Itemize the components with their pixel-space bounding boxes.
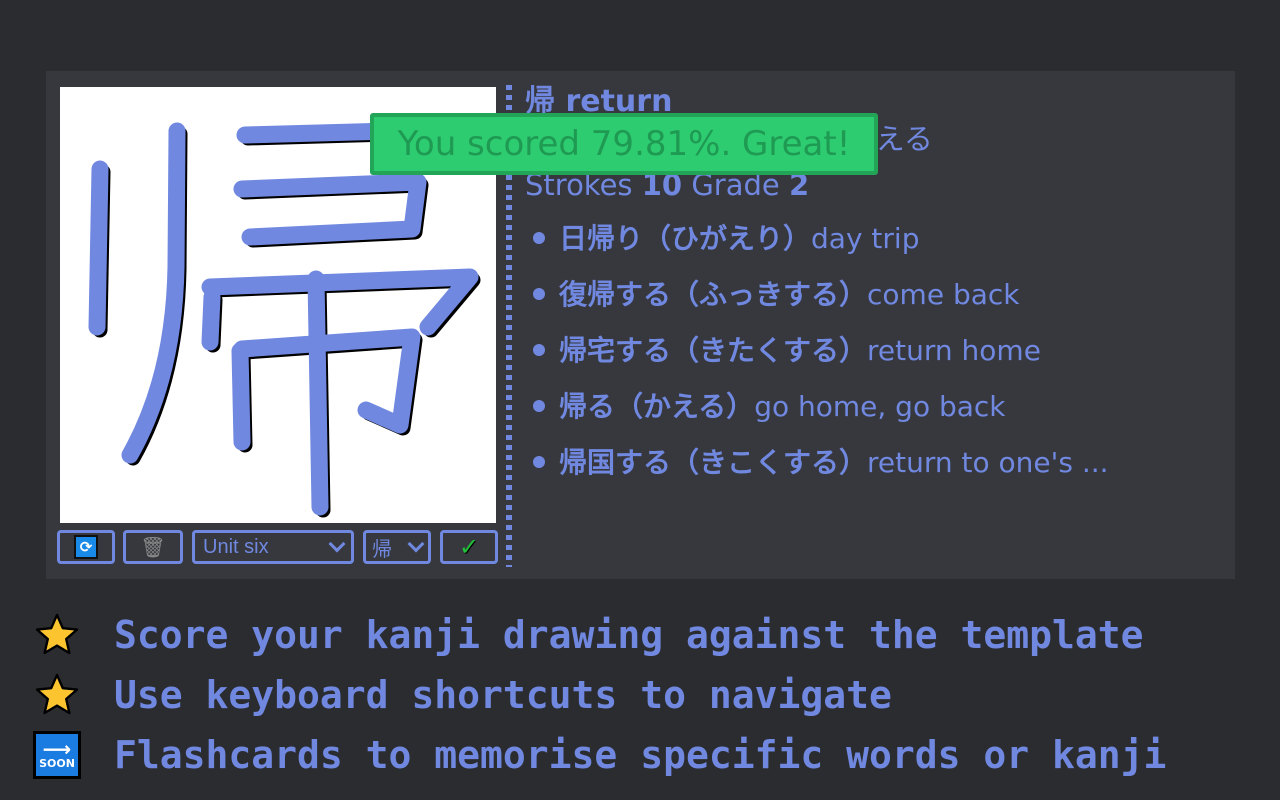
bullet-icon xyxy=(533,400,545,412)
check-icon: ✓ xyxy=(458,533,480,561)
example-reading: （ふっきする） xyxy=(671,278,868,311)
example-word-item: 日帰り（ひがえり）day trip xyxy=(525,211,1225,267)
example-word: 帰国する xyxy=(559,446,672,479)
example-word: 帰宅する xyxy=(559,334,672,367)
feature-text: Score your kanji drawing against the tem… xyxy=(114,613,1144,657)
example-word: 復帰する xyxy=(559,278,672,311)
unit-select[interactable]: Unit six xyxy=(192,530,354,564)
example-meaning: return to one's ... xyxy=(867,446,1109,479)
score-message: You scored 79.81%. Great! xyxy=(397,124,851,164)
feature-text: Flashcards to memorise specific words or… xyxy=(114,733,1167,777)
example-meaning: go home, go back xyxy=(754,390,1006,423)
trash-icon: 🗑 xyxy=(140,535,166,559)
feature-item: Use keyboard shortcuts to navigate xyxy=(30,665,1270,725)
clear-button[interactable]: 🗑 xyxy=(123,530,183,564)
example-word: 帰る xyxy=(559,390,616,423)
example-word-item: 帰国する（きこくする）return to one's ... xyxy=(525,435,1225,491)
chevron-down-icon xyxy=(328,535,346,553)
unit-select-value: Unit six xyxy=(203,535,269,558)
example-reading: （ひがえり） xyxy=(643,222,812,255)
kanji-select-value: 帰 xyxy=(372,536,392,561)
star-icon xyxy=(30,610,84,660)
soon-label: SOON xyxy=(39,757,75,770)
example-meaning: return home xyxy=(867,334,1041,367)
example-word-item: 復帰する（ふっきする）come back xyxy=(525,267,1225,323)
example-reading: （きこくする） xyxy=(671,446,868,479)
star-icon xyxy=(30,670,84,720)
feature-list: Score your kanji drawing against the tem… xyxy=(30,605,1270,785)
score-toast: You scored 79.81%. Great! xyxy=(370,113,878,175)
chevron-down-icon xyxy=(407,535,425,553)
example-reading: （きたくする） xyxy=(671,334,868,367)
bullet-icon xyxy=(533,232,545,244)
example-reading: （かえる） xyxy=(615,390,755,423)
example-meaning: day trip xyxy=(811,222,920,255)
canvas-toolbar: ⟳ 🗑 Unit six 帰 ✓ xyxy=(56,530,502,568)
kanji-select[interactable]: 帰 xyxy=(363,530,431,564)
feature-text: Use keyboard shortcuts to navigate xyxy=(114,673,892,717)
feature-item: ⟶ SOON Flashcards to memorise specific wo… xyxy=(30,725,1270,785)
soon-arrow-icon: ⟶ SOON xyxy=(30,730,84,780)
example-words: 日帰り（ひがえり）day trip 復帰する（ふっきする）come back 帰… xyxy=(525,211,1225,491)
bullet-icon xyxy=(533,288,545,300)
example-word: 日帰り xyxy=(559,222,644,255)
feature-item: Score your kanji drawing against the tem… xyxy=(30,605,1270,665)
refresh-icon: ⟳ xyxy=(74,535,98,559)
check-button[interactable]: ✓ xyxy=(440,530,498,564)
refresh-button[interactable]: ⟳ xyxy=(57,530,115,564)
example-word-item: 帰宅する（きたくする）return home xyxy=(525,323,1225,379)
example-meaning: come back xyxy=(867,278,1020,311)
example-word-item: 帰る（かえる）go home, go back xyxy=(525,379,1225,435)
bullet-icon xyxy=(533,456,545,468)
bullet-icon xyxy=(533,344,545,356)
